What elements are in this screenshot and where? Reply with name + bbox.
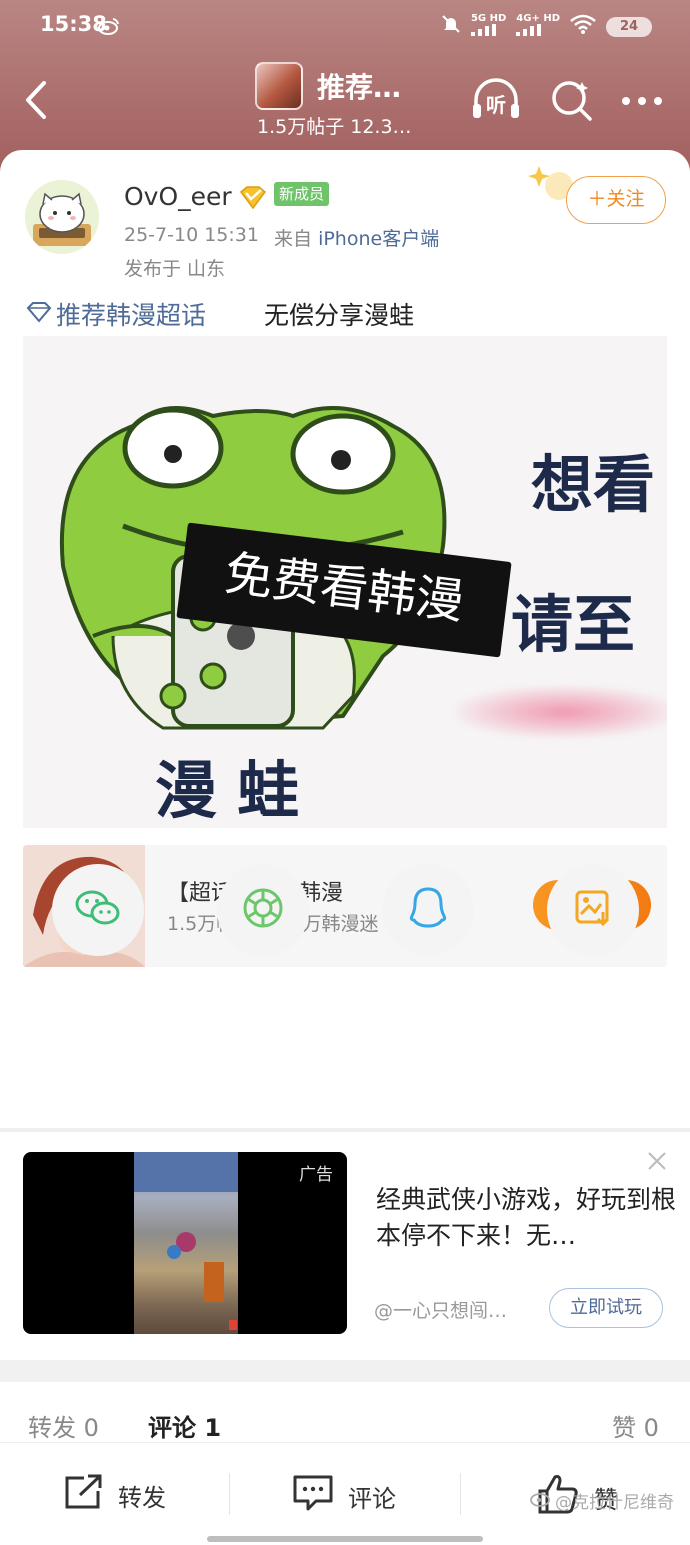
wechat-icon: [74, 888, 122, 932]
ad-tag: 广告: [299, 1165, 333, 1185]
listen-icon[interactable]: 听: [470, 78, 522, 126]
network-label-2: 4G+ HD: [516, 13, 560, 24]
post-card: OvO_eer 新成员 25-7-10 15:31 来自 iPhone客户端 发…: [0, 150, 690, 1130]
status-time: 15:38: [40, 12, 107, 36]
repost-label: 转发: [118, 1483, 166, 1512]
save-image-icon: [573, 888, 613, 932]
tab-comment-label: 评论: [148, 1414, 196, 1442]
blurred-url: [455, 686, 667, 738]
ad-author: @一心只想闯…: [374, 1300, 508, 1322]
tab-like-count: 0: [643, 1414, 659, 1442]
share-wechat-button[interactable]: [52, 864, 144, 956]
nav-title: 推荐…: [317, 71, 402, 104]
weibo-icon: [98, 16, 120, 40]
post-source: 来自 iPhone客户端: [274, 224, 439, 251]
wifi-icon: [570, 14, 596, 39]
tab-comment[interactable]: 评论 1: [148, 1408, 221, 1443]
qq-icon: [408, 886, 448, 934]
post-device[interactable]: iPhone客户端: [318, 228, 439, 250]
post-text: 无偿分享漫蛙: [264, 301, 415, 330]
network-indicator-2: 4G+ HD: [516, 14, 560, 39]
share-moments-button[interactable]: [217, 864, 309, 956]
meme-bottom-text: 漫蛙: [155, 754, 320, 827]
nav-subtitle: 1.5万帖子 12.3…: [257, 116, 412, 138]
tab-repost-label: 转发: [28, 1414, 76, 1442]
weibo-watermark-icon: [530, 1489, 552, 1512]
diamond-icon: [26, 300, 52, 329]
moments-icon: [241, 886, 285, 934]
back-button[interactable]: [22, 80, 50, 124]
bar-divider: [229, 1473, 230, 1515]
divider: [0, 1128, 690, 1132]
meme-text-right-1: 想看: [531, 448, 656, 521]
post-time: 25-7-10 15:31: [124, 224, 259, 246]
search-icon[interactable]: [550, 78, 594, 126]
follow-user-label: 关注: [606, 188, 645, 210]
topic-avatar: [255, 62, 303, 110]
ad-try-button[interactable]: 立即试玩: [549, 1288, 663, 1328]
tab-like-label: 赞: [612, 1414, 636, 1442]
post-image[interactable]: 想看 请至 免费看韩漫 漫蛙: [23, 336, 667, 828]
network-indicator-1: 5G HD: [470, 13, 507, 39]
comment-label: 评论: [348, 1484, 396, 1513]
ad-video[interactable]: 广告: [23, 1152, 347, 1334]
user-avatar[interactable]: [25, 180, 99, 254]
follow-user-button[interactable]: ＋关注: [566, 176, 666, 224]
new-member-badge: 新成员: [274, 182, 330, 206]
ad-title[interactable]: 经典武侠小游戏，好玩到根本停不下来！无…: [376, 1182, 676, 1254]
share-icon: [62, 1473, 104, 1517]
post-location: 发布于 山东: [124, 258, 226, 280]
more-icon[interactable]: [620, 92, 664, 111]
post-source-prefix: 来自: [274, 228, 313, 250]
comment-icon: [292, 1473, 334, 1519]
svg-text:听: 听: [486, 93, 506, 117]
tab-repost[interactable]: 转发 0: [28, 1408, 99, 1443]
tab-like[interactable]: 赞 0: [612, 1408, 659, 1443]
bar-divider: [460, 1473, 461, 1515]
watermark-text: @克拉什尼维奇: [555, 1493, 674, 1513]
battery-indicator: 24: [606, 16, 652, 37]
topic-link[interactable]: 推荐韩漫超话: [26, 296, 206, 332]
username[interactable]: OvO_eer: [124, 182, 232, 211]
vip-badge-icon: [238, 186, 268, 214]
network-label-1: 5G HD: [470, 13, 507, 24]
plus-icon: ＋: [587, 188, 607, 210]
meme-text-right-2: 请至: [511, 588, 636, 661]
comment-button[interactable]: 评论: [292, 1473, 396, 1519]
ad-game-screenshot: [134, 1152, 238, 1334]
tab-comment-count: 1: [204, 1414, 222, 1442]
ad-close-icon[interactable]: [646, 1150, 668, 1176]
share-qq-button[interactable]: [382, 864, 474, 956]
save-image-button[interactable]: [547, 864, 639, 956]
home-indicator[interactable]: [207, 1536, 483, 1542]
repost-button[interactable]: 转发: [62, 1473, 166, 1517]
mute-icon: [441, 14, 461, 39]
watermark: @克拉什尼维奇: [530, 1488, 674, 1513]
tab-repost-count: 0: [83, 1414, 99, 1442]
section-divider: [0, 1360, 690, 1382]
topic-link-label: 推荐韩漫超话: [56, 301, 207, 330]
status-bar: 15:38 5G HD 4G+ HD 24: [0, 0, 690, 52]
status-indicators: 5G HD 4G+ HD 24: [441, 14, 652, 39]
